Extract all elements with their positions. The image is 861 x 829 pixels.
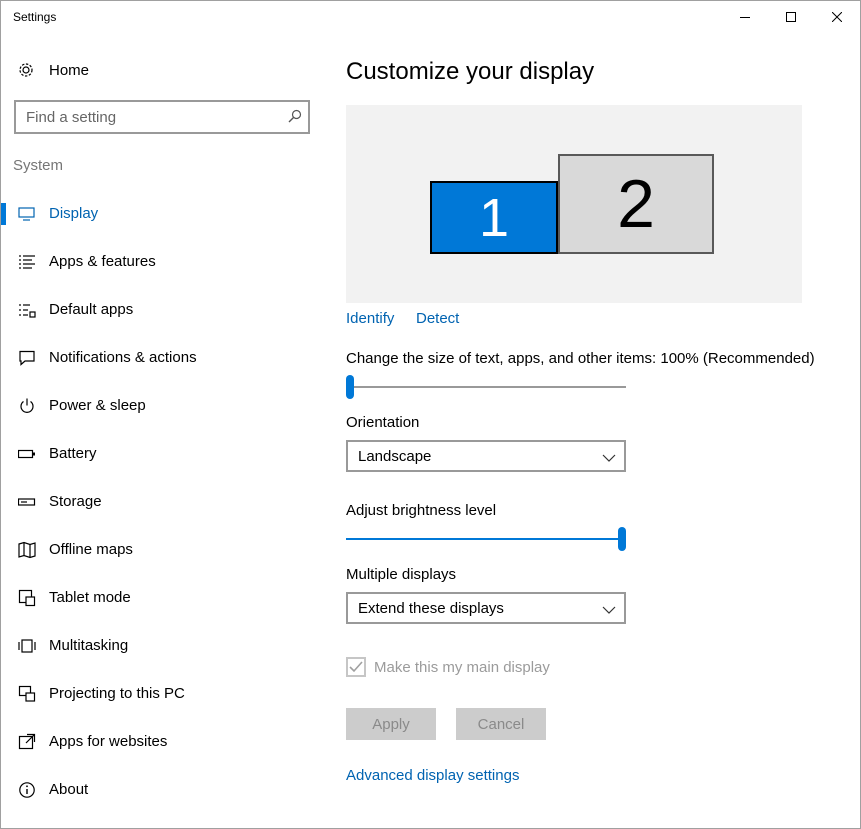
sidebar-item-label: Power & sleep	[49, 397, 146, 414]
sidebar-item-label: Storage	[49, 493, 102, 510]
info-icon	[17, 780, 37, 800]
sidebar-item-label: Projecting to this PC	[49, 685, 185, 702]
sidebar-item-about[interactable]: About	[1, 766, 321, 814]
active-indicator	[1, 203, 6, 225]
sidebar-item-label: About	[49, 781, 89, 798]
sidebar-item-display[interactable]: Display	[1, 190, 321, 238]
default-apps-icon	[17, 300, 37, 320]
apps-websites-icon	[17, 732, 37, 752]
multiple-displays-value: Extend these displays	[358, 600, 504, 617]
list-icon	[17, 252, 37, 272]
sidebar-item-projecting[interactable]: Projecting to this PC	[1, 670, 321, 718]
title-bar[interactable]: Settings	[1, 1, 860, 33]
multiple-displays-select[interactable]: Extend these displays	[346, 592, 626, 624]
settings-window: Settings Home Find a setting System Disp…	[0, 0, 861, 829]
brightness-slider-thumb[interactable]	[618, 527, 626, 551]
sidebar-item-label: Offline maps	[49, 541, 133, 558]
multitasking-icon	[17, 636, 37, 656]
detect-link[interactable]: Detect	[416, 310, 459, 327]
sidebar-item-storage[interactable]: Storage	[1, 478, 321, 526]
page-title: Customize your display	[346, 58, 595, 85]
power-icon	[17, 396, 37, 416]
main-display-checkbox[interactable]	[346, 657, 366, 677]
apply-button[interactable]: Apply	[346, 708, 436, 740]
main-display-label: Make this my main display	[374, 659, 550, 676]
sidebar-item-label: Multitasking	[49, 637, 129, 654]
orientation-label: Orientation	[346, 414, 420, 431]
sidebar-item-label: Battery	[49, 445, 97, 462]
window-title: Settings	[13, 10, 57, 24]
advanced-display-settings-link[interactable]: Advanced display settings	[346, 767, 519, 784]
minimize-icon	[740, 17, 750, 18]
monitor-1[interactable]: 1	[430, 181, 558, 254]
cancel-button[interactable]: Cancel	[456, 708, 546, 740]
sidebar-item-battery[interactable]: Battery	[1, 430, 321, 478]
sidebar-item-tablet-mode[interactable]: Tablet mode	[1, 574, 321, 622]
close-icon	[832, 12, 842, 22]
scale-slider[interactable]	[346, 374, 626, 400]
search-placeholder: Find a setting	[26, 109, 117, 126]
sidebar-item-apps-websites[interactable]: Apps for websites	[1, 718, 321, 766]
sidebar-item-label: Default apps	[49, 301, 134, 318]
minimize-button[interactable]	[722, 1, 768, 33]
close-button[interactable]	[814, 1, 860, 33]
search-icon[interactable]	[288, 109, 302, 128]
battery-icon	[17, 444, 37, 464]
tablet-icon	[17, 588, 37, 608]
display-arrangement-preview: 1 2	[346, 105, 802, 303]
sidebar-item-label: Display	[49, 205, 99, 222]
sidebar-item-label: Notifications & actions	[49, 349, 197, 366]
identify-link[interactable]: Identify	[346, 310, 394, 327]
checkmark-icon	[349, 661, 363, 673]
sidebar-item-apps-features[interactable]: Apps & features	[1, 238, 321, 286]
orientation-value: Landscape	[358, 448, 432, 465]
sidebar-item-label: Apps & features	[49, 253, 156, 270]
projecting-icon	[17, 684, 37, 704]
sidebar-item-notifications[interactable]: Notifications & actions	[1, 334, 321, 382]
brightness-slider[interactable]	[346, 526, 626, 552]
gear-icon	[16, 60, 36, 80]
orientation-select[interactable]: Landscape	[346, 440, 626, 472]
home-label: Home	[49, 61, 90, 79]
brightness-slider-fill	[346, 538, 620, 540]
monitor-icon	[17, 204, 37, 224]
sidebar-item-offline-maps[interactable]: Offline maps	[1, 526, 321, 574]
maximize-icon	[786, 12, 796, 22]
maximize-button[interactable]	[768, 1, 814, 33]
storage-icon	[17, 492, 37, 512]
home-nav-item[interactable]: Home	[16, 58, 89, 82]
monitor-2[interactable]: 2	[558, 154, 714, 254]
scale-slider-track	[346, 386, 626, 388]
sidebar-item-multitasking[interactable]: Multitasking	[1, 622, 321, 670]
chevron-down-icon	[602, 602, 616, 620]
sidebar-item-label: Apps for websites	[49, 733, 168, 750]
notification-icon	[17, 348, 37, 368]
sidebar-item-power-sleep[interactable]: Power & sleep	[1, 382, 321, 430]
sidebar-item-default-apps[interactable]: Default apps	[1, 286, 321, 334]
chevron-down-icon	[602, 450, 616, 468]
scale-label: Change the size of text, apps, and other…	[346, 350, 815, 367]
brightness-label: Adjust brightness level	[346, 502, 497, 519]
sidebar-item-label: Tablet mode	[49, 589, 131, 606]
multiple-displays-label: Multiple displays	[346, 566, 457, 583]
section-label-system: System	[13, 157, 64, 174]
scale-slider-thumb[interactable]	[346, 375, 354, 399]
map-icon	[17, 540, 37, 560]
search-input[interactable]: Find a setting	[14, 100, 310, 134]
